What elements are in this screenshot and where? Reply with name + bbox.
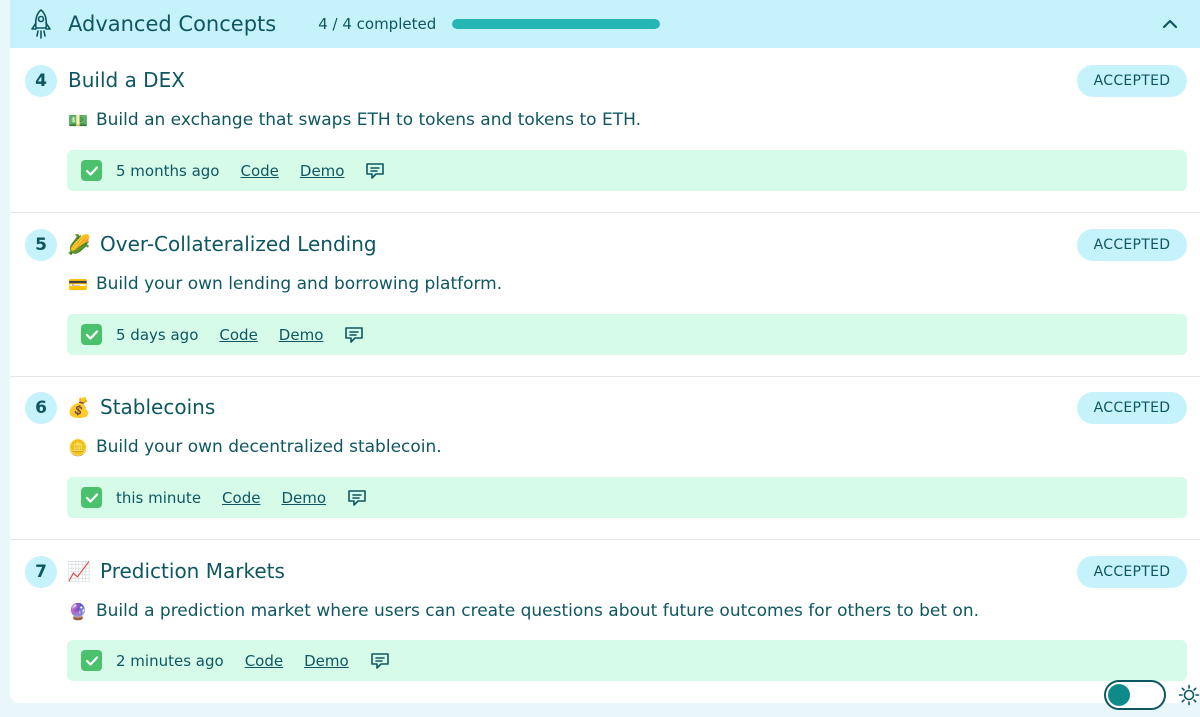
challenge-title: 📈 Prediction Markets <box>67 559 285 583</box>
challenge-number: 5 <box>25 229 57 261</box>
challenge-description: 💵 Build an exchange that swaps ETH to to… <box>68 110 641 130</box>
challenge-description-text: Build your own decentralized stablecoin. <box>96 437 442 457</box>
coin-emoji-icon: 🪙 <box>68 437 88 457</box>
submission-meta: 5 months ago Code Demo <box>67 150 1187 191</box>
challenge-section-card: Advanced Concepts 4 / 4 completed 4 Buil… <box>10 0 1200 703</box>
crystal-ball-emoji-icon: 🔮 <box>68 601 88 621</box>
section-header[interactable]: Advanced Concepts 4 / 4 completed <box>10 0 1200 48</box>
challenge-description: 🪙 Build your own decentralized stablecoi… <box>68 437 442 457</box>
check-icon <box>81 324 102 345</box>
status-badge: ACCEPTED <box>1077 392 1187 424</box>
money-emoji-icon: 💵 <box>68 110 88 130</box>
demo-link[interactable]: Demo <box>304 652 349 670</box>
challenge-item: 7 📈 Prediction Markets ACCEPTED 🔮 Build … <box>10 539 1200 703</box>
demo-link[interactable]: Demo <box>281 489 326 507</box>
check-icon <box>81 160 102 181</box>
chart-emoji-icon: 📈 <box>67 560 91 583</box>
sun-icon[interactable] <box>1178 684 1200 706</box>
status-badge: ACCEPTED <box>1077 556 1187 588</box>
check-icon <box>81 487 102 508</box>
challenge-item: 6 💰 Stablecoins ACCEPTED 🪙 Build your ow… <box>10 376 1200 540</box>
comment-icon[interactable] <box>365 161 385 181</box>
challenge-description-text: Build an exchange that swaps ETH to toke… <box>96 110 641 130</box>
challenge-title-text: Stablecoins <box>100 395 216 419</box>
challenge-description-text: Build a prediction market where users ca… <box>96 601 979 621</box>
submission-meta: 2 minutes ago Code Demo <box>67 640 1187 681</box>
submission-meta: this minute Code Demo <box>67 477 1187 518</box>
credit-card-emoji-icon: 💳 <box>68 274 88 294</box>
challenge-title: Build a DEX <box>68 68 185 92</box>
submission-time: 5 months ago <box>116 161 220 180</box>
comment-icon[interactable] <box>344 325 364 345</box>
challenge-description: 💳 Build your own lending and borrowing p… <box>68 274 502 294</box>
status-badge: ACCEPTED <box>1077 229 1187 261</box>
code-link[interactable]: Code <box>245 652 283 670</box>
chevron-up-icon[interactable] <box>1160 14 1180 34</box>
submission-meta: 5 days ago Code Demo <box>67 314 1187 355</box>
challenge-item: 5 🌽 Over-Collateralized Lending ACCEPTED… <box>10 212 1200 376</box>
challenge-title-text: Over-Collateralized Lending <box>100 232 377 256</box>
challenge-description-text: Build your own lending and borrowing pla… <box>96 274 503 294</box>
theme-toggle[interactable] <box>1104 680 1166 710</box>
challenge-title-text: Build a DEX <box>68 68 185 92</box>
code-link[interactable]: Code <box>240 162 278 180</box>
challenge-title: 🌽 Over-Collateralized Lending <box>67 232 377 256</box>
challenge-number: 4 <box>25 65 57 97</box>
challenge-title-text: Prediction Markets <box>100 559 285 583</box>
progress-text: 4 / 4 completed <box>318 15 437 33</box>
status-badge: ACCEPTED <box>1077 65 1187 97</box>
code-link[interactable]: Code <box>219 326 257 344</box>
submission-time: 2 minutes ago <box>116 651 224 670</box>
code-link[interactable]: Code <box>222 489 260 507</box>
section-title: Advanced Concepts <box>68 12 277 36</box>
money-bag-emoji-icon: 💰 <box>67 396 91 419</box>
challenge-number: 7 <box>25 556 57 588</box>
challenge-item: 4 Build a DEX ACCEPTED 💵 Build an exchan… <box>10 48 1200 213</box>
submission-time: this minute <box>116 488 202 507</box>
progress-fill <box>452 19 661 29</box>
corn-emoji-icon: 🌽 <box>67 233 91 256</box>
rocket-icon <box>26 7 56 41</box>
challenge-title: 💰 Stablecoins <box>67 395 216 419</box>
challenge-number: 6 <box>25 392 57 424</box>
demo-link[interactable]: Demo <box>300 162 345 180</box>
toggle-knob <box>1108 684 1130 706</box>
comment-icon[interactable] <box>370 651 390 671</box>
progress-bar <box>452 19 661 29</box>
submission-time: 5 days ago <box>116 325 199 344</box>
challenge-description: 🔮 Build a prediction market where users … <box>68 601 979 621</box>
comment-icon[interactable] <box>347 488 367 508</box>
demo-link[interactable]: Demo <box>279 326 324 344</box>
check-icon <box>81 650 102 671</box>
